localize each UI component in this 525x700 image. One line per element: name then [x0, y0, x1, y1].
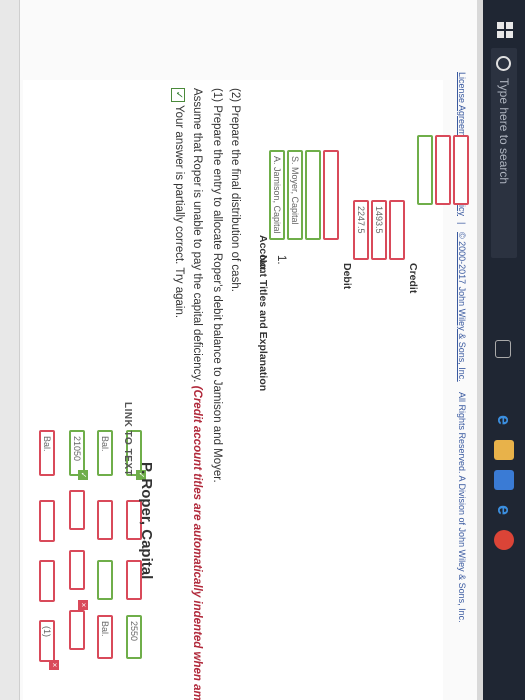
- t-account-left-select-1[interactable]: (1): [39, 620, 55, 662]
- feedback-message: ✓Your answer is partially correct. Try a…: [171, 88, 185, 318]
- journal-credit-3[interactable]: [453, 135, 469, 205]
- footer: License Agreement | Privacy Policy | © 2…: [453, 0, 467, 700]
- edge-browser-icon[interactable]: e: [494, 410, 514, 430]
- taskbar-search-input[interactable]: Type here to search: [491, 48, 517, 258]
- t-account-left-select-2[interactable]: [39, 560, 55, 602]
- account-title: P. Roper, Capital: [138, 462, 155, 580]
- t-account-right-select-2[interactable]: [97, 500, 113, 540]
- journal-debit-3[interactable]: [389, 200, 405, 260]
- t-account-left-bal[interactable]: Bal.: [39, 430, 55, 476]
- entry-number: 1.: [275, 255, 287, 265]
- t-account-right-bal-bottom[interactable]: Bal.: [97, 430, 113, 476]
- problem-line-3: (2) Prepare the final distribution of ca…: [229, 88, 241, 292]
- rights-text: All Rights Reserved. A Division of John …: [457, 392, 467, 623]
- page: Type here to search e e License Agreemen…: [0, 0, 525, 700]
- t-account-left-amount-2[interactable]: [69, 550, 85, 590]
- t-account-right-bal-top[interactable]: Bal.: [97, 615, 113, 659]
- file-explorer-icon[interactable]: [494, 440, 514, 460]
- ie-browser-icon[interactable]: e: [494, 500, 514, 520]
- header-debit: Debit: [341, 263, 353, 290]
- cortana-ring-icon: [496, 56, 511, 71]
- incorrect-mark-icon: ×: [49, 660, 59, 670]
- t-account-right-select-1[interactable]: [97, 560, 113, 600]
- journal-credit-2[interactable]: [435, 135, 451, 205]
- search-placeholder: Type here to search: [497, 78, 511, 185]
- journal-account-title-1[interactable]: A. Jamison, Capital: [269, 150, 285, 240]
- t-account-left-amount-1[interactable]: [69, 610, 85, 650]
- link-to-text[interactable]: LINK TO TEXT: [122, 402, 133, 476]
- header-account-titles: Account Titles and Explanation: [257, 235, 269, 392]
- journal-debit-2[interactable]: 1493.5: [371, 200, 387, 260]
- footer-sep-2: |: [457, 222, 467, 225]
- chrome-icon[interactable]: [494, 530, 514, 550]
- partial-check-icon: ✓: [171, 88, 185, 102]
- taskbar: Type here to search e e: [483, 0, 525, 700]
- journal-account-title-3[interactable]: [305, 150, 321, 240]
- rotated-screen: Type here to search e e License Agreemen…: [0, 0, 525, 700]
- journal-account-title-4[interactable]: [323, 150, 339, 240]
- journal-credit-1[interactable]: [417, 135, 433, 205]
- window-bottom-edge: [477, 0, 483, 700]
- incorrect-mark-icon: ×: [78, 600, 88, 610]
- problem-line-2: (1) Prepare the entry to allocate Roper'…: [211, 88, 223, 483]
- journal-debit-1[interactable]: 2247.5: [353, 200, 369, 260]
- sidebar-strip: [0, 0, 20, 700]
- problem-line-1: Assume that Roper is unable to pay the c…: [191, 88, 203, 700]
- copyright-link[interactable]: © 2000-2017 John Wiley & Sons, Inc.: [457, 232, 467, 382]
- store-icon[interactable]: [494, 470, 514, 490]
- task-view-icon[interactable]: [495, 340, 511, 358]
- t-account-right-amount-top[interactable]: 2550: [126, 615, 142, 659]
- t-account-left-select-3[interactable]: [39, 500, 55, 542]
- header-credit: Credit: [407, 263, 419, 294]
- windows-start-icon[interactable]: [497, 22, 513, 38]
- journal-account-title-2[interactable]: S. Moyer, Capital: [287, 150, 303, 240]
- t-account-left-amount-3[interactable]: [69, 490, 85, 530]
- correct-mark-icon: ✓: [78, 470, 88, 480]
